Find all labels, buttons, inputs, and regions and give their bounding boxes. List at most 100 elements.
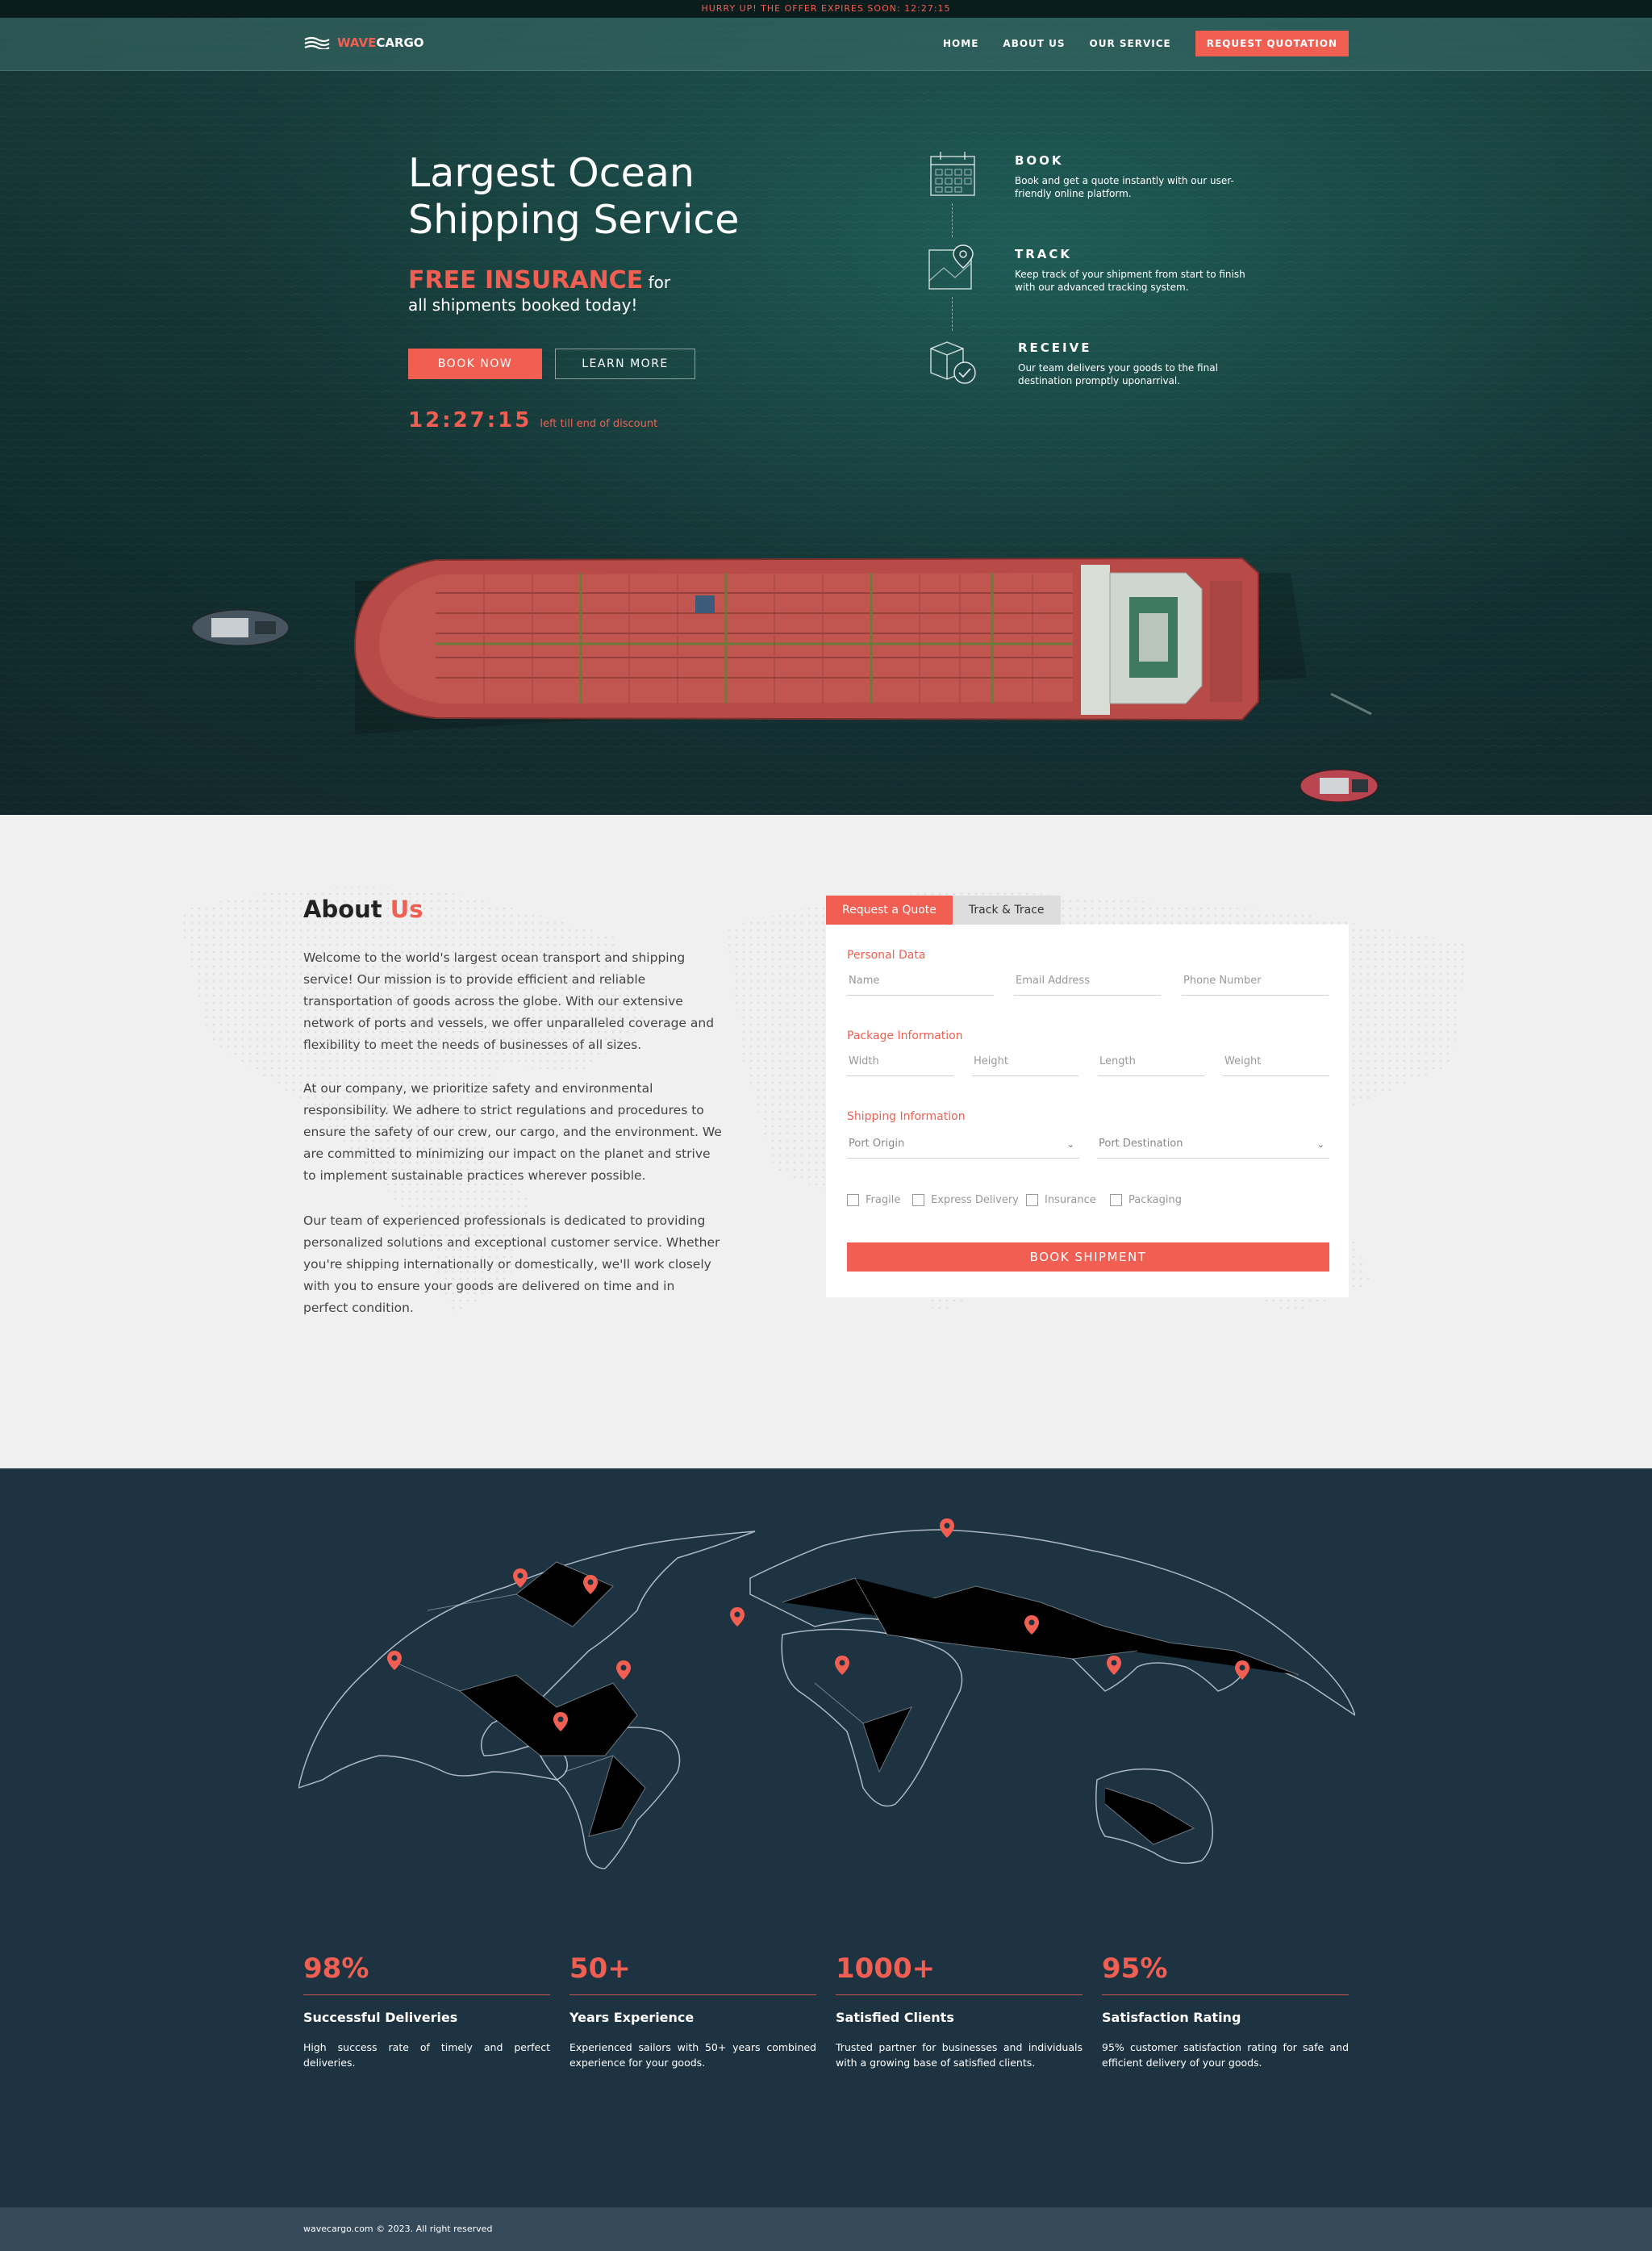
step-title: BOOK (1015, 153, 1064, 168)
stats-section: 98% Successful Deliveries High success r… (0, 1468, 1652, 2207)
countdown-label: left till end of discount (540, 418, 658, 430)
step-receive: RECEIVE Our team delivers your goods to … (928, 337, 1266, 431)
tugboat-left (191, 609, 290, 646)
shipping-info-label: Shipping Information (847, 1110, 966, 1123)
nav-our-service[interactable]: OUR SERVICE (1090, 38, 1171, 49)
width-field[interactable]: Width (847, 1052, 953, 1076)
promo-bar: HURRY UP! THE OFFER EXPIRES SOON: 12:27:… (0, 0, 1652, 18)
copyright-text: wavecargo.com © 2023. All right reserved (303, 2224, 493, 2234)
book-shipment-button[interactable]: BOOK SHIPMENT (847, 1242, 1329, 1272)
packaging-checkbox[interactable]: Packaging (1110, 1194, 1182, 1206)
step-title: RECEIVE (1018, 340, 1092, 355)
logo[interactable]: WAVECARGO (303, 35, 424, 50)
location-pin-icon (1107, 1656, 1121, 1675)
location-pin-icon (835, 1656, 849, 1675)
about-paragraph: At our company, we prioritize safety and… (303, 1081, 722, 1183)
step-book: BOOK Book and get a quote instantly with… (928, 150, 1266, 244)
free-insurance-text: FREE INSURANCE (408, 266, 644, 294)
stat-value: 98% (303, 1952, 369, 1985)
port-destination-select[interactable]: Port Destination ⌄ (1097, 1134, 1329, 1159)
height-field[interactable]: Height (972, 1052, 1078, 1076)
stat-desc: High success rate of timely and perfect … (303, 2041, 550, 2069)
stat-desc: Trusted partner for businesses and indiv… (836, 2041, 1083, 2069)
step-connector (952, 203, 953, 237)
location-pin-icon (940, 1518, 954, 1538)
stat-desc: Experienced sailors with 50+ years combi… (569, 2041, 816, 2069)
stat-card: 50+ Years Experience Experienced sailors… (569, 1952, 816, 2070)
hero-subtitle: FREE INSURANCE for all shipments booked … (408, 269, 670, 316)
step-title: TRACK (1015, 247, 1073, 261)
checkbox-label: Fragile (866, 1194, 901, 1206)
stat-title: Years Experience (569, 2010, 695, 2025)
process-steps: BOOK Book and get a quote instantly with… (928, 150, 1266, 431)
hero-subtitle-line2: all shipments booked today! (408, 295, 638, 315)
step-desc: Book and get a quote instantly with our … (1015, 175, 1234, 199)
location-pin-icon (513, 1568, 528, 1588)
step-connector (952, 297, 953, 331)
express-delivery-checkbox[interactable]: Express Delivery (912, 1194, 1019, 1206)
stat-divider (1102, 1994, 1349, 1995)
location-pin-icon (730, 1607, 745, 1627)
nav-home[interactable]: HOME (943, 38, 978, 49)
request-quotation-button[interactable]: REQUEST QUOTATION (1195, 31, 1349, 56)
location-pin-icon (387, 1651, 402, 1670)
stat-title: Satisfied Clients (836, 2010, 954, 2025)
stat-value: 95% (1102, 1952, 1168, 1985)
insurance-checkbox[interactable]: Insurance (1026, 1194, 1096, 1206)
package-check-icon (930, 341, 976, 384)
stat-card: 1000+ Satisfied Clients Trusted partner … (836, 1952, 1083, 2070)
port-origin-select[interactable]: Port Origin ⌄ (847, 1134, 1079, 1159)
about-title-b: Us (390, 896, 423, 923)
form-tabs: Request a Quote Track & Trace (826, 896, 1349, 925)
free-insurance-tail: for (648, 273, 671, 292)
footer: wavecargo.com © 2023. All right reserved (0, 2207, 1652, 2251)
stat-title: Successful Deliveries (303, 2010, 458, 2025)
location-pin-icon (1235, 1660, 1249, 1680)
checkbox-box[interactable] (1110, 1194, 1122, 1206)
step-track: TRACK Keep track of your shipment from s… (928, 244, 1266, 337)
hero-title: Largest Ocean Shipping Service (408, 150, 740, 243)
stat-card: 98% Successful Deliveries High success r… (303, 1952, 550, 2070)
checkbox-box[interactable] (847, 1194, 859, 1206)
checkbox-label: Express Delivery (931, 1194, 1019, 1206)
checkbox-label: Packaging (1128, 1194, 1182, 1206)
about-section: About Us Welcome to the world's largest … (0, 815, 1652, 1468)
checkbox-box[interactable] (912, 1194, 924, 1206)
step-desc: Our team delivers your goods to the fina… (1018, 362, 1218, 386)
nav-about-us[interactable]: ABOUT US (1003, 38, 1065, 49)
length-field[interactable]: Length (1098, 1052, 1204, 1076)
countdown-time: 12:27:15 (408, 408, 532, 432)
phone-field[interactable]: Phone Number (1182, 971, 1329, 996)
weight-field[interactable]: Weight (1223, 1052, 1329, 1076)
tab-track-trace[interactable]: Track & Trace (952, 896, 1061, 925)
form-card: Personal Data Name Email Address Phone N… (826, 925, 1349, 1297)
hero-section: Largest Ocean Shipping Service FREE INSU… (0, 0, 1652, 815)
tugboat-right (1299, 769, 1379, 803)
stat-value: 1000+ (836, 1952, 936, 1985)
stat-value: 50+ (569, 1952, 631, 1985)
checkbox-label: Insurance (1045, 1194, 1096, 1206)
stat-divider (836, 1994, 1083, 1995)
email-field[interactable]: Email Address (1014, 971, 1161, 996)
learn-more-button[interactable]: LEARN MORE (555, 349, 695, 379)
calendar-icon (930, 152, 975, 196)
stat-card: 95% Satisfaction Rating 95% customer sat… (1102, 1952, 1349, 2070)
cargo-ship-image (191, 557, 1379, 803)
name-field[interactable]: Name (847, 971, 994, 996)
stat-divider (569, 1994, 816, 1995)
fragile-checkbox[interactable]: Fragile (847, 1194, 900, 1206)
about-title-a: About (303, 896, 382, 923)
quote-form: Request a Quote Track & Trace Personal D… (826, 896, 1349, 1297)
book-now-button[interactable]: BOOK NOW (408, 349, 542, 379)
checkbox-box[interactable] (1026, 1194, 1038, 1206)
logo-wave-text: WAVE (337, 35, 377, 50)
step-desc: Keep track of your shipment from start t… (1015, 269, 1245, 293)
personal-data-label: Personal Data (847, 949, 926, 962)
about-paragraph: Welcome to the world's largest ocean tra… (303, 950, 715, 1052)
tab-request-quote[interactable]: Request a Quote (826, 896, 953, 925)
chevron-down-icon: ⌄ (1066, 1139, 1074, 1150)
nav-links: HOME ABOUT US OUR SERVICE REQUEST QUOTAT… (943, 31, 1349, 56)
logo-cargo-text: CARGO (376, 35, 424, 50)
world-network-map (298, 1518, 1355, 1869)
countdown: 12:27:15 left till end of discount (408, 408, 657, 432)
